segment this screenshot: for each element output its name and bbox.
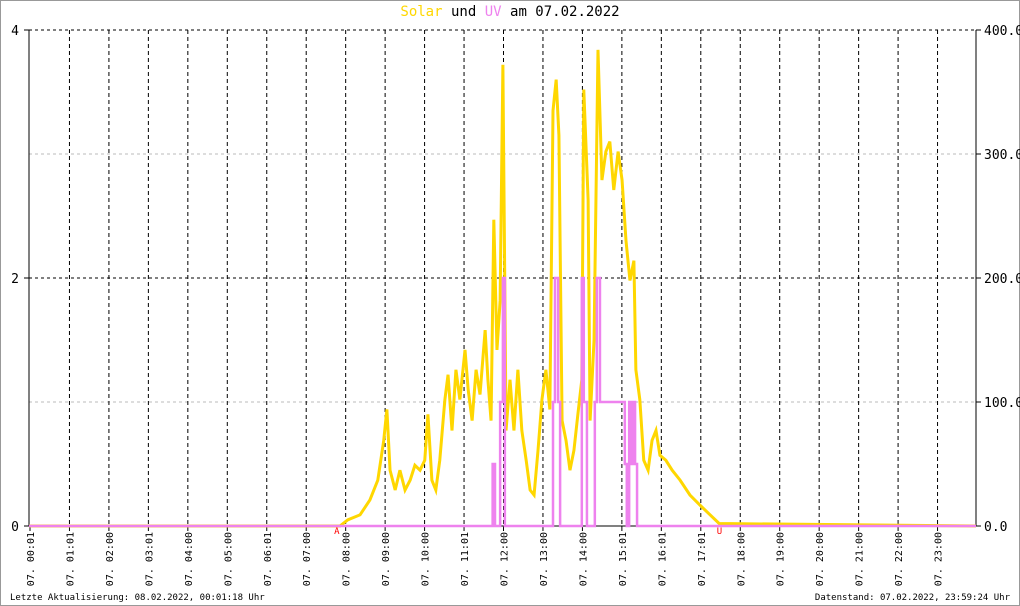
x-tick-label: 07. 16:01 [657,532,668,586]
data-status-text: Datenstand: 07.02.2022, 23:59:24 Uhr [814,593,1010,603]
right-tick-label: 400.0 [984,24,1020,39]
x-tick-label: 07. 00:01 [26,532,37,586]
x-tick-label: 07. 22:00 [894,532,905,586]
chart-plot: 0.0 100.0 200.0 300.0 400.0 0 2 4 07. 00:01 07. 0… [11,24,1020,586]
x-tick-label: 07. 09:00 [381,532,392,586]
x-tick-label: 07. 11:01 [460,532,471,586]
x-tick-label: 07. 14:00 [578,532,589,586]
x-tick-label: 07. 13:00 [539,532,550,586]
last-update-text: Letzte Aktualisierung: 08.02.2022, 00:01… [10,593,265,603]
sunrise-marker: A [334,527,340,537]
x-tick-label: 07. 04:00 [184,532,195,586]
left-tick-label: 0 [11,520,19,535]
x-tick-label: 07. 15:01 [618,532,629,586]
x-tick-label: 07. 01:01 [65,532,76,586]
x-tick-label: 07. 17:01 [697,532,708,586]
x-tick-label: 07. 06:01 [263,532,274,586]
x-tick-label: 07. 23:00 [934,532,945,586]
x-tick-label: 07. 20:00 [815,532,826,586]
right-tick-label: 100.0 [984,396,1020,411]
x-tick-label: 07. 21:00 [855,532,866,586]
x-tick-label: 07. 18:00 [736,532,747,586]
x-tick-label: 07. 07:00 [302,532,313,586]
left-tick-label: 4 [11,24,19,39]
right-tick-label: 0.0 [984,520,1007,535]
right-tick-label: 300.0 [984,148,1020,163]
x-tick-label: 07. 19:00 [776,532,787,586]
right-tick-label: 200.0 [984,272,1020,287]
left-tick-label: 2 [11,272,19,287]
x-tick-label: 07. 02:00 [105,532,116,586]
x-tick-label: 07. 12:00 [500,532,511,586]
x-tick-label: 07. 05:00 [223,532,234,586]
x-tick-label: 07. 08:00 [342,532,353,586]
sunset-marker: U [717,527,722,537]
x-tick-label: 07. 03:01 [144,532,155,586]
x-tick-label: 07. 10:00 [421,532,432,586]
